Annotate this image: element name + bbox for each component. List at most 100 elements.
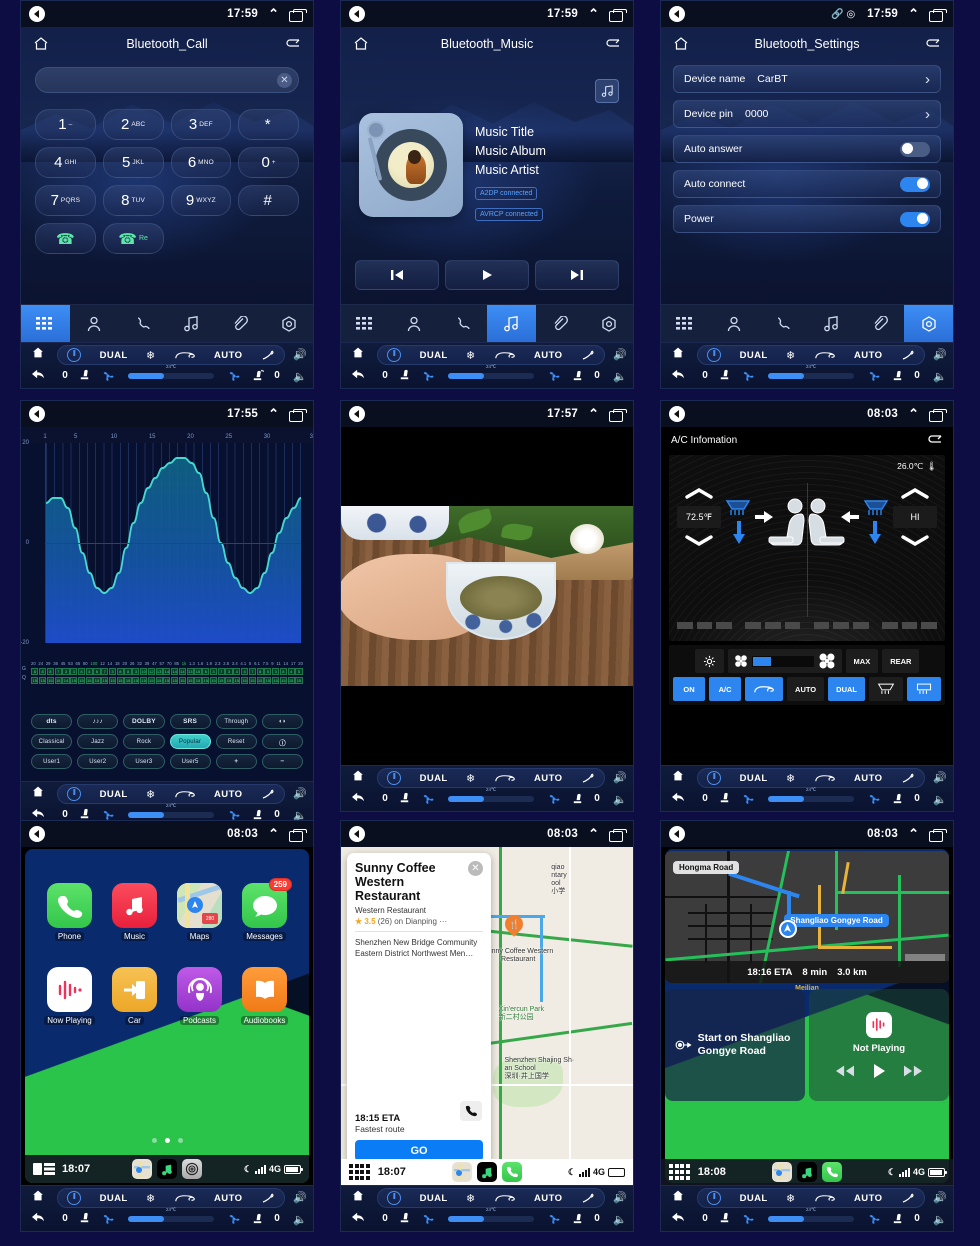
band-gain[interactable]: 8 — [31, 668, 39, 675]
band-gain[interactable]: 3 — [70, 668, 78, 675]
ac-dual-button[interactable]: DUAL — [828, 677, 865, 701]
redial-button[interactable]: ☎ Re — [102, 223, 164, 254]
music-source-button[interactable] — [595, 79, 619, 103]
volume-up-icon[interactable]: 🔊 — [933, 1191, 947, 1204]
defrost-icon[interactable] — [581, 772, 595, 784]
app-grid-icon[interactable] — [349, 1164, 370, 1180]
band-q[interactable]: 15 — [46, 676, 54, 684]
defrost-icon[interactable] — [261, 349, 275, 361]
recirculation-icon[interactable] — [494, 773, 516, 784]
band-gain[interactable]: 7 — [54, 668, 62, 675]
increase-button[interactable]: + — [215, 754, 257, 769]
snowflake-icon[interactable]: ❄ — [786, 772, 795, 785]
volume-down-icon[interactable]: 🔈 — [293, 370, 307, 383]
seat-heater-icon[interactable] — [571, 1212, 584, 1225]
video-player[interactable] — [341, 427, 633, 765]
nav-instruction-card[interactable]: Start on Shangliao Gongye Road — [665, 989, 805, 1101]
band-gain[interactable]: 8 — [39, 668, 47, 675]
preset-popular[interactable]: Popular — [169, 734, 211, 749]
fan-right-icon[interactable] — [228, 809, 240, 821]
back-icon[interactable] — [29, 6, 45, 22]
fan-right-icon[interactable] — [868, 793, 880, 805]
setting-row-device-name[interactable]: Device name CarBT › — [673, 65, 941, 93]
auto-label[interactable]: AUTO — [854, 773, 882, 784]
preset-jazz[interactable]: Jazz — [77, 734, 119, 749]
clear-icon[interactable]: ✕ — [277, 72, 292, 88]
preset-balance[interactable]: ◖◗ — [261, 714, 303, 729]
back-icon[interactable] — [671, 790, 685, 808]
tab-call[interactable] — [758, 305, 807, 342]
home-icon[interactable] — [671, 346, 685, 364]
preset-through[interactable]: Through — [215, 714, 257, 729]
band-gain[interactable]: 13 — [155, 668, 163, 675]
snowflake-icon[interactable]: ❄ — [146, 1192, 155, 1205]
fan-right-icon[interactable] — [548, 1213, 560, 1225]
power-icon[interactable] — [67, 1191, 82, 1206]
auto-label[interactable]: AUTO — [854, 350, 882, 361]
toggle-power[interactable] — [900, 211, 930, 227]
seat-heater-icon[interactable] — [251, 369, 264, 382]
defrost-icon[interactable] — [261, 788, 275, 800]
band-q[interactable]: 15 — [155, 676, 163, 684]
band-gain[interactable]: 7 — [101, 668, 109, 675]
preset-info[interactable]: ⓘ — [261, 734, 303, 749]
fan-right-icon[interactable] — [548, 793, 560, 805]
band-q[interactable]: 15 — [124, 676, 132, 684]
back-icon[interactable] — [349, 406, 365, 422]
preset-reset[interactable]: Reset — [215, 734, 257, 749]
band-q[interactable]: 15 — [85, 676, 93, 684]
fan-right-icon[interactable] — [548, 370, 560, 382]
ac-settings-button[interactable] — [694, 649, 724, 673]
fan-speed-slider[interactable] — [127, 372, 214, 379]
volume-up-icon[interactable]: 🔊 — [293, 1191, 307, 1204]
dial-key[interactable]: 9 WXYZ — [170, 185, 232, 216]
recirculation-icon[interactable] — [494, 350, 516, 361]
fan-left-icon[interactable] — [102, 809, 114, 821]
dock-music-icon[interactable] — [797, 1162, 817, 1182]
app-maps[interactable]: 280 Maps — [167, 883, 232, 941]
band-gain[interactable]: 14 — [171, 668, 179, 675]
fan-speed-slider[interactable] — [127, 811, 214, 818]
call-poi-button[interactable] — [460, 1101, 482, 1121]
fan-speed-slider[interactable] — [447, 795, 534, 802]
next-button[interactable] — [535, 260, 619, 290]
recirculation-icon[interactable] — [174, 1193, 196, 1204]
back-icon[interactable] — [351, 1210, 365, 1228]
fan-right-icon[interactable] — [228, 370, 240, 382]
phone-number-input[interactable]: ✕ — [35, 67, 299, 93]
map-view[interactable]: 🍴 Sunny Coffee Western Restaurant qiao n… — [341, 847, 633, 1185]
app-now-playing[interactable]: Now Playing — [37, 967, 102, 1025]
play-icon[interactable] — [872, 1063, 886, 1079]
preset-user2[interactable]: User2 — [77, 754, 119, 769]
fan-right-icon[interactable] — [228, 1213, 240, 1225]
recents-icon[interactable] — [609, 8, 627, 22]
defrost-icon[interactable] — [581, 349, 595, 361]
app-phone[interactable]: Phone — [37, 883, 102, 941]
dual-label[interactable]: DUAL — [420, 1193, 448, 1204]
chevron-up-icon[interactable]: ⌃ — [588, 406, 599, 422]
auto-label[interactable]: AUTO — [534, 773, 562, 784]
fan-speed-slider[interactable] — [767, 795, 854, 802]
volume-down-icon[interactable]: 🔈 — [613, 793, 627, 806]
toggle-auto-connect[interactable] — [900, 176, 930, 192]
band-q[interactable]: 15 — [279, 676, 287, 684]
previous-button[interactable] — [355, 260, 439, 290]
snowflake-icon[interactable]: ❄ — [786, 349, 795, 362]
rewind-icon[interactable] — [836, 1065, 854, 1077]
band-gain[interactable]: 8 — [46, 668, 54, 675]
recents-icon[interactable] — [929, 8, 947, 22]
chevron-up-icon[interactable]: ⌃ — [268, 826, 279, 842]
now-playing-card[interactable]: Not Playing — [809, 989, 949, 1101]
app-messages[interactable]: 259 Messages — [232, 878, 297, 941]
fan-left-icon[interactable] — [422, 370, 434, 382]
band-gain[interactable]: 3 — [108, 668, 117, 675]
band-gain[interactable]: 3 — [62, 668, 70, 675]
home-icon[interactable] — [671, 769, 685, 787]
tab-settings[interactable] — [264, 305, 313, 342]
volume-down-icon[interactable]: 🔈 — [933, 793, 947, 806]
ac-compressor-button[interactable]: A/C — [709, 677, 742, 701]
recents-icon[interactable] — [289, 408, 307, 422]
recents-icon[interactable] — [289, 8, 307, 22]
home-icon[interactable] — [351, 1189, 365, 1207]
band-gain[interactable]: 3 — [209, 668, 218, 675]
